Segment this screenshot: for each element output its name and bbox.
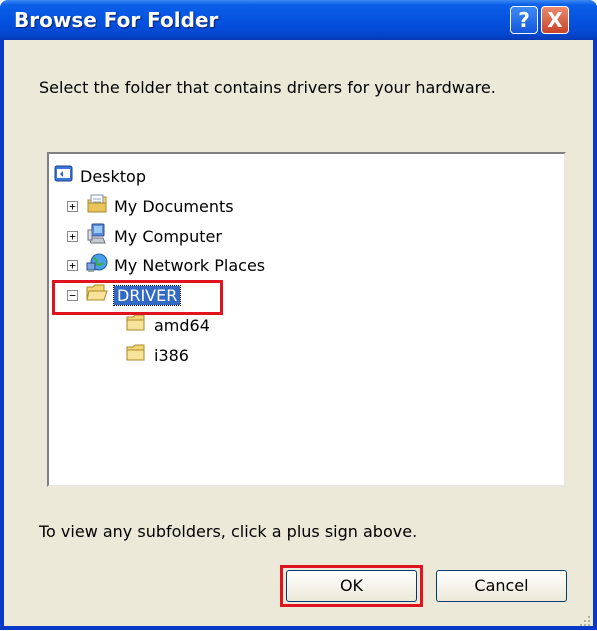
my-documents-icon xyxy=(86,193,108,219)
expand-icon[interactable]: + xyxy=(67,230,78,242)
tree-item-amd64[interactable]: amd64 xyxy=(126,313,210,337)
tree-item-desktop[interactable]: Desktop xyxy=(54,164,146,188)
desktop-icon xyxy=(54,164,74,188)
ok-highlight-box xyxy=(280,565,423,607)
tree-item-my-documents[interactable]: + My Documents xyxy=(67,194,234,218)
folder-icon xyxy=(126,313,148,337)
cancel-button[interactable]: Cancel xyxy=(436,570,567,602)
close-button[interactable]: X xyxy=(541,6,569,34)
tree-item-label: amd64 xyxy=(154,315,210,335)
folder-icon xyxy=(126,343,148,367)
tree-item-label: My Documents xyxy=(114,196,234,216)
network-places-icon xyxy=(86,252,108,278)
tree-item-label: My Network Places xyxy=(114,255,266,275)
title-bar[interactable]: Browse For Folder ? X xyxy=(0,0,597,40)
my-computer-icon xyxy=(86,223,108,249)
folder-tree[interactable]: Desktop + My Documents + My Computer + M… xyxy=(47,152,566,487)
window-title: Browse For Folder xyxy=(14,8,219,32)
tree-item-my-network-places[interactable]: + My Network Places xyxy=(67,253,265,277)
footer-hint-text: To view any subfolders, click a plus sig… xyxy=(39,522,418,541)
tree-item-label: My Computer xyxy=(114,226,222,246)
resize-grip-icon[interactable] xyxy=(579,612,591,626)
browse-for-folder-dialog: Browse For Folder ? X Select the folder … xyxy=(0,0,597,630)
help-button[interactable]: ? xyxy=(510,6,538,34)
tree-item-label: Desktop xyxy=(80,166,146,186)
instruction-text: Select the folder that contains drivers … xyxy=(39,78,496,97)
tree-item-i386[interactable]: i386 xyxy=(126,343,189,367)
tree-item-label: i386 xyxy=(154,345,189,365)
expand-icon[interactable]: + xyxy=(67,200,78,212)
expand-icon[interactable]: + xyxy=(67,259,78,271)
tree-item-my-computer[interactable]: + My Computer xyxy=(67,223,222,249)
driver-highlight-box xyxy=(52,280,223,315)
